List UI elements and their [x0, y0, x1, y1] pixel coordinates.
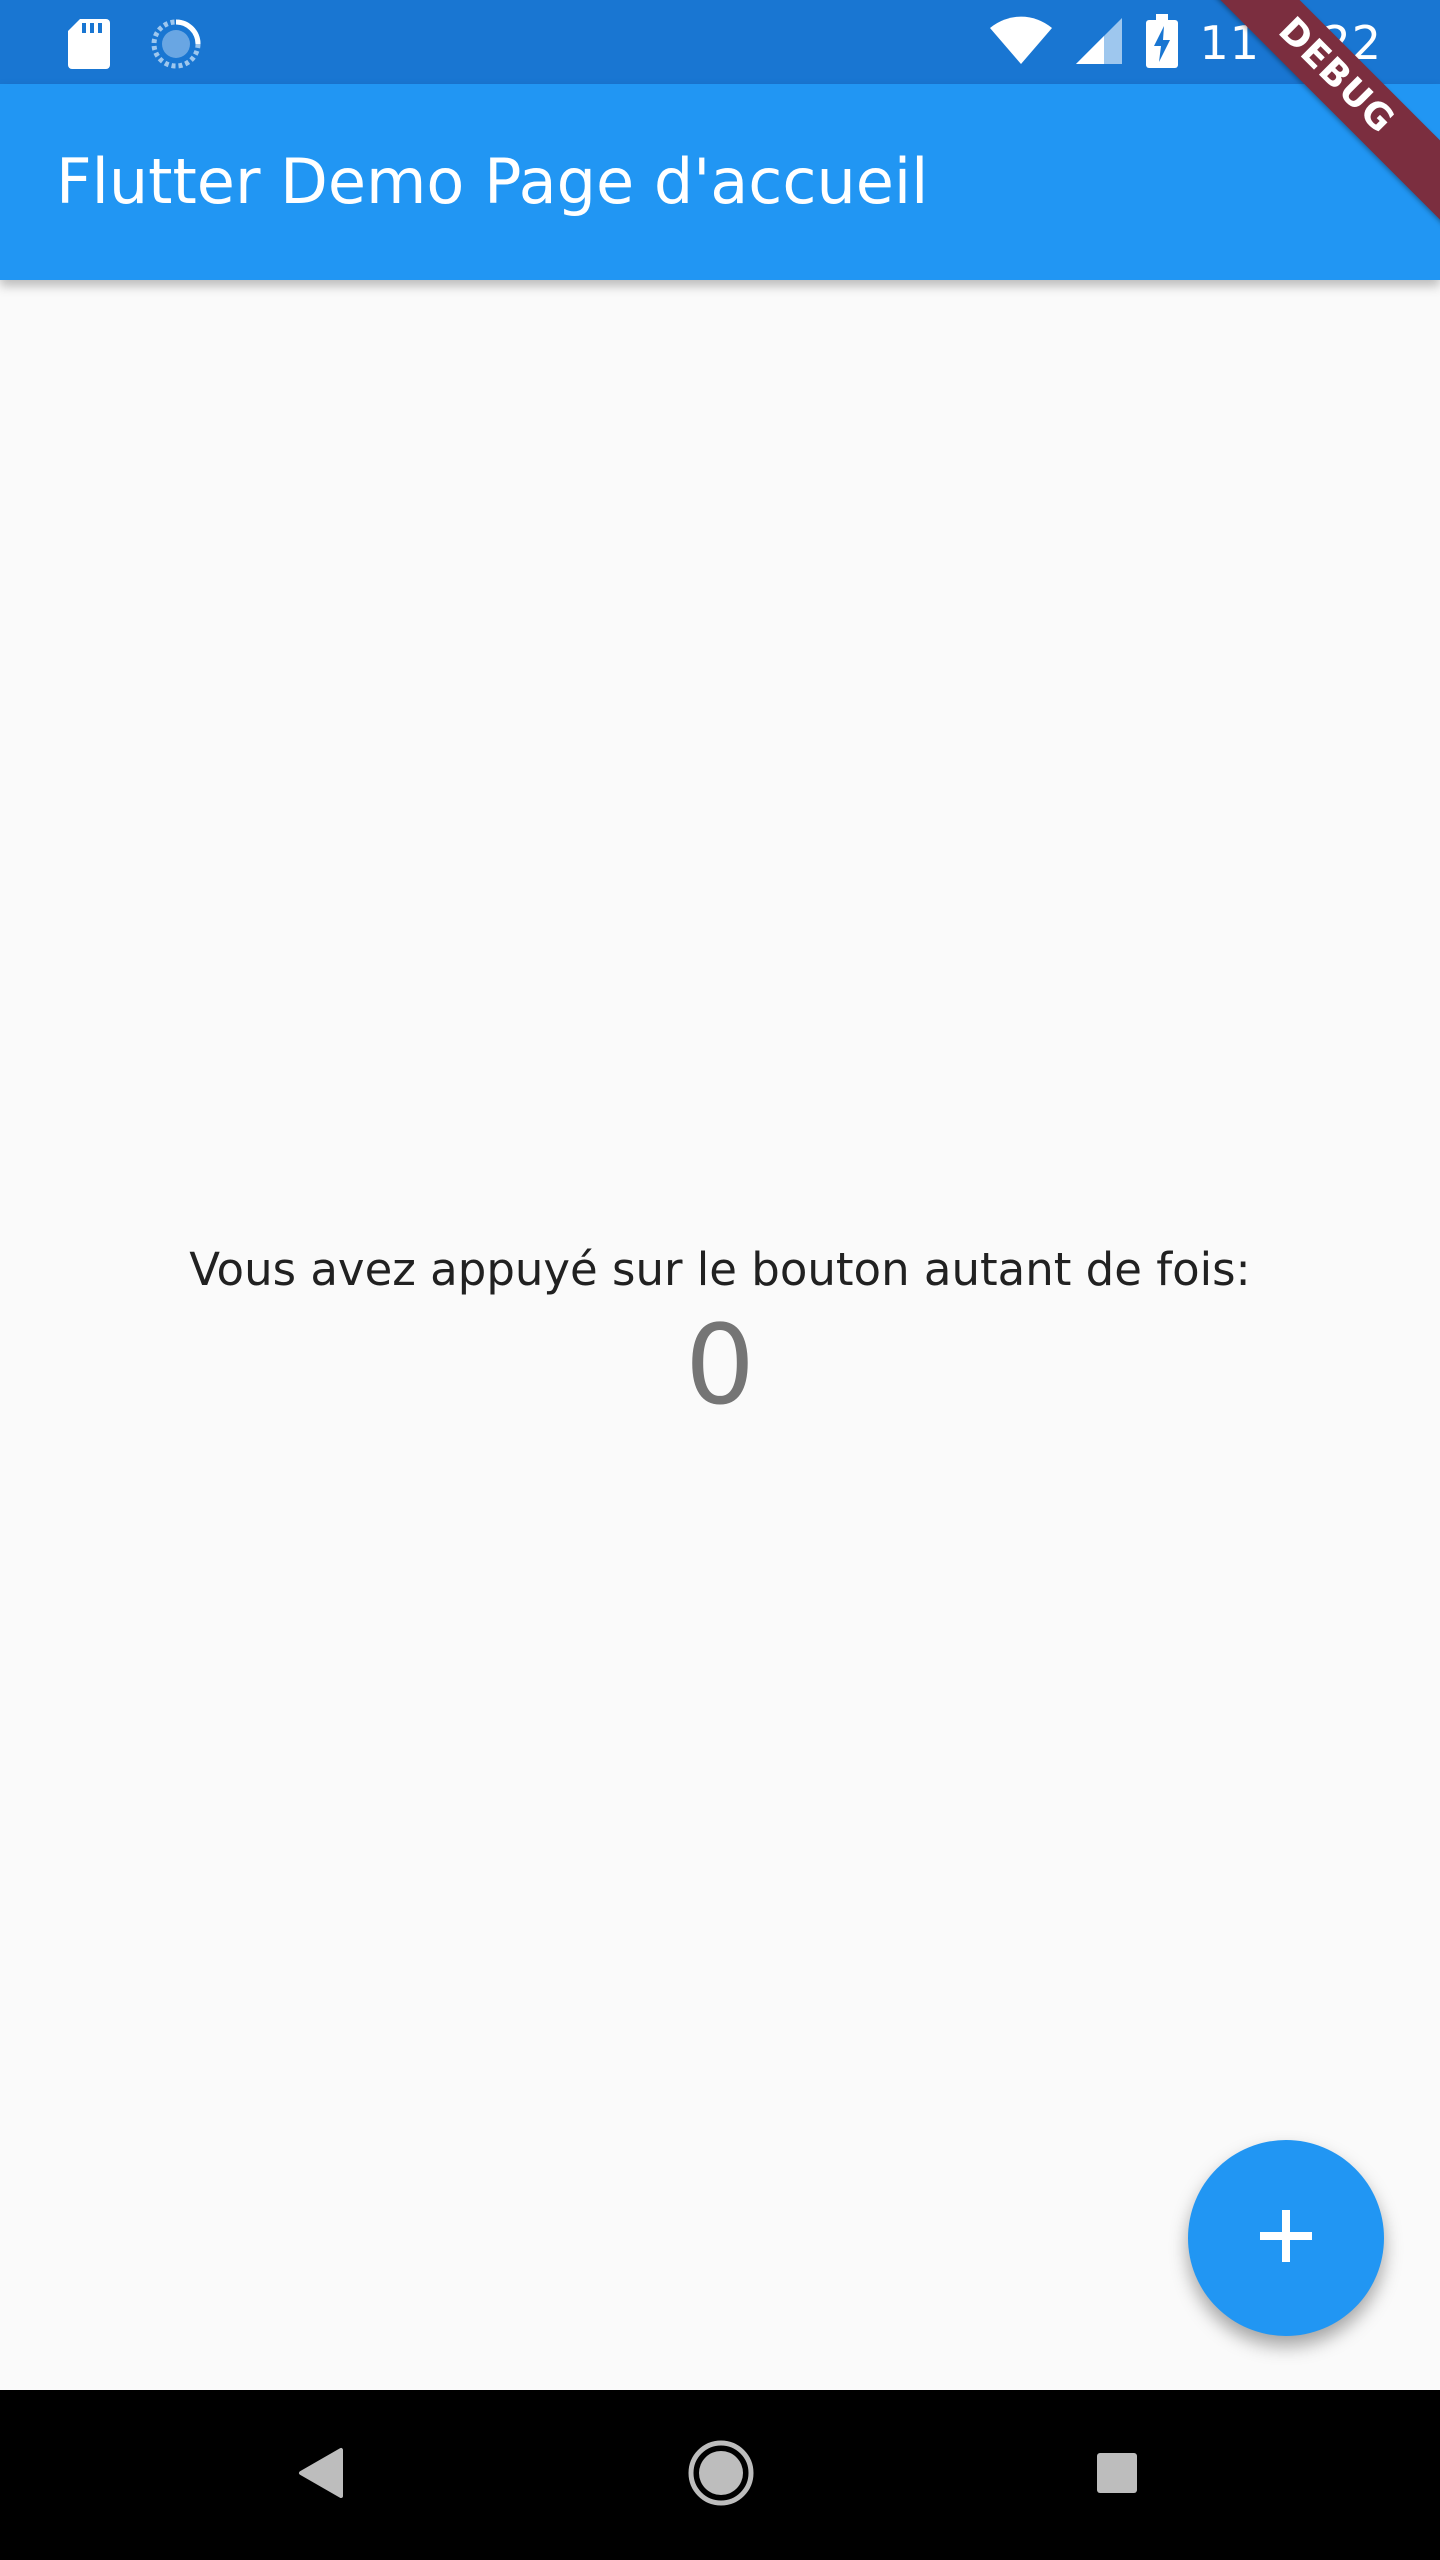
screen: 11 h 22 Flutter Demo Page d'accueil DEBU… [0, 0, 1440, 2560]
add-icon [1256, 2206, 1316, 2270]
recents-button[interactable] [1072, 2430, 1162, 2520]
home-button[interactable] [676, 2430, 766, 2520]
sd-card-icon [68, 19, 110, 73]
home-icon [687, 2439, 755, 2511]
app-bar: Flutter Demo Page d'accueil [0, 84, 1440, 280]
increment-button[interactable] [1188, 2140, 1384, 2336]
counter-label: Vous avez appuyé sur le bouton autant de… [189, 1243, 1251, 1296]
navigation-bar [0, 2390, 1440, 2560]
status-time: 11 h 22 [1199, 16, 1382, 70]
app-title: Flutter Demo Page d'accueil [56, 145, 929, 218]
back-icon [297, 2446, 345, 2504]
page-body: Vous avez appuyé sur le bouton autant de… [0, 280, 1440, 2390]
wifi-icon [989, 16, 1052, 70]
back-button[interactable] [276, 2430, 366, 2520]
status-left-icons [68, 18, 202, 74]
recents-icon [1093, 2449, 1141, 2501]
battery-charging-icon [1145, 14, 1178, 72]
status-right: 11 h 22 [989, 14, 1382, 72]
sync-icon [150, 18, 202, 74]
counter-value: 0 [685, 1301, 755, 1429]
status-bar: 11 h 22 [0, 0, 1440, 84]
cellular-signal-icon [1074, 16, 1124, 70]
